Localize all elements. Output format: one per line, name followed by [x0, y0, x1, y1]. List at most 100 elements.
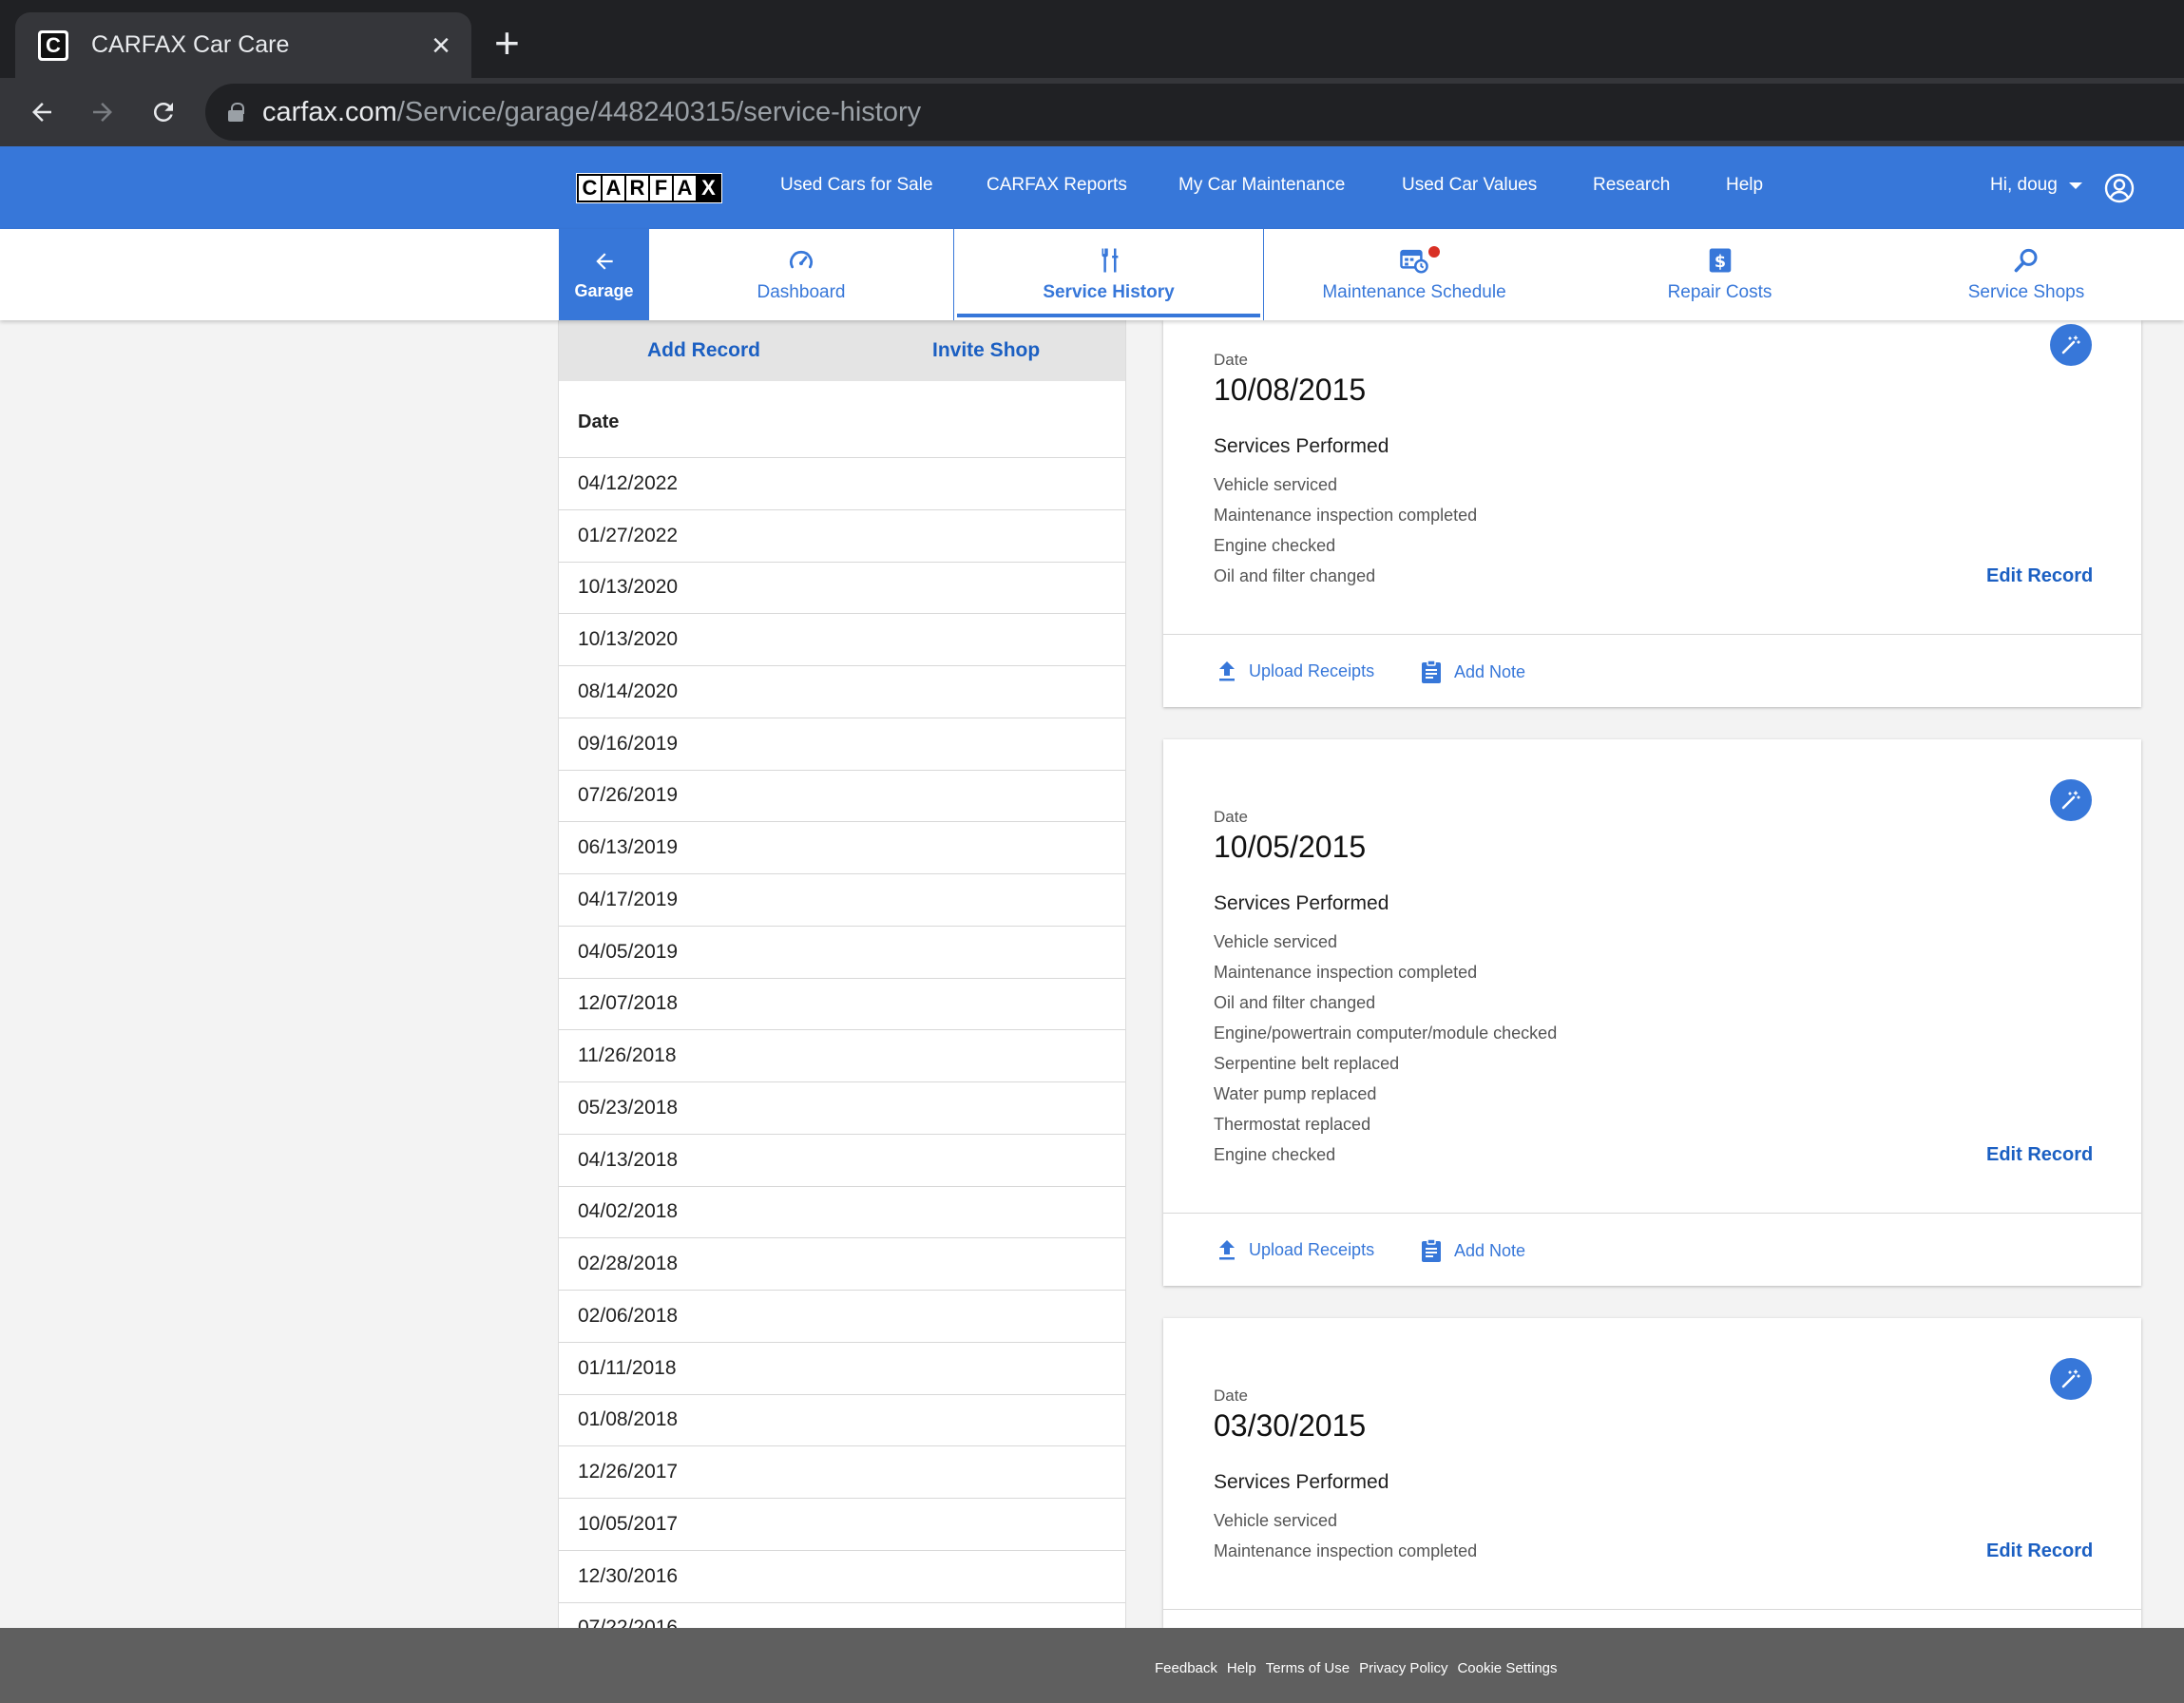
search-icon: [2014, 248, 2038, 273]
garage-back-button[interactable]: Garage: [559, 229, 649, 320]
date-list-item[interactable]: 04/05/2019: [559, 925, 1125, 978]
date-list-item[interactable]: 10/13/2020: [559, 561, 1125, 614]
footer-link-help[interactable]: Help: [1227, 1660, 1256, 1676]
date-list-item[interactable]: 12/26/2017: [559, 1445, 1125, 1498]
date-list-item[interactable]: 05/23/2018: [559, 1081, 1125, 1134]
add-note-button[interactable]: Add Note: [1420, 660, 1525, 684]
service-item: Oil and filter changed: [1214, 566, 1376, 585]
service-item: Engine checked: [1214, 536, 1336, 555]
add-record-button[interactable]: Add Record: [647, 339, 760, 362]
service-item: Vehicle serviced: [1214, 475, 1338, 494]
upload-receipts-button[interactable]: Upload Receipts: [1217, 1238, 1374, 1261]
nav-used-cars-for-sale[interactable]: Used Cars for Sale: [780, 175, 933, 196]
nav-used-car-values[interactable]: Used Car Values: [1402, 175, 1537, 196]
service-date-list-panel: Add Record Invite Shop Date 04/12/2022 01…: [558, 320, 1126, 1638]
magic-wand-button[interactable]: [2050, 1358, 2092, 1400]
date-list-item[interactable]: 02/28/2018: [559, 1237, 1125, 1290]
browser-tab[interactable]: C CARFAX Car Care ×: [15, 12, 471, 78]
invite-shop-button[interactable]: Invite Shop: [932, 339, 1040, 362]
site-header: CARFAX Used Cars for Sale CARFAX Reports…: [0, 146, 2184, 229]
magic-wand-button[interactable]: [2050, 324, 2092, 366]
service-item: Maintenance inspection completed: [1214, 506, 1478, 525]
date-list-item[interactable]: 11/26/2018: [559, 1029, 1125, 1081]
user-menu[interactable]: Hi, doug: [1990, 175, 2082, 196]
date-list-item[interactable]: 07/26/2019: [559, 769, 1125, 822]
magic-wand-button[interactable]: [2050, 779, 2092, 821]
service-item: Thermostat replaced: [1214, 1115, 1371, 1134]
footer-link-privacy-policy[interactable]: Privacy Policy: [1359, 1660, 1447, 1676]
close-tab-icon[interactable]: ×: [431, 29, 450, 62]
edit-record-button[interactable]: Edit Record: [1986, 1540, 2093, 1562]
tab-dashboard[interactable]: Dashboard: [649, 229, 953, 320]
date-list-item[interactable]: 04/17/2019: [559, 873, 1125, 926]
upload-receipts-button[interactable]: Upload Receipts: [1217, 660, 1374, 682]
nav-help[interactable]: Help: [1726, 175, 1763, 196]
service-record-card: Date 03/30/2015 Services Performed Vehic…: [1163, 1318, 2141, 1628]
calendar-clock-icon: [1400, 249, 1428, 274]
tab-service-shops[interactable]: Service Shops: [1875, 229, 2177, 320]
date-list-item[interactable]: 12/30/2016: [559, 1549, 1125, 1602]
back-arrow-icon: [595, 252, 613, 270]
tab-repair-costs[interactable]: $ Repair Costs: [1564, 229, 1875, 320]
user-greeting: Hi, doug: [1990, 175, 2058, 195]
dollar-icon: $: [1709, 248, 1731, 273]
date-list-item[interactable]: 09/16/2019: [559, 717, 1125, 770]
nav-carfax-reports[interactable]: CARFAX Reports: [987, 175, 1127, 196]
date-list-item[interactable]: 10/05/2017: [559, 1498, 1125, 1550]
edit-record-button[interactable]: Edit Record: [1986, 565, 2093, 587]
date-list-item[interactable]: 01/11/2018: [559, 1341, 1125, 1394]
date-list-item[interactable]: 04/02/2018: [559, 1185, 1125, 1238]
page-footer: Feedback Help Terms of Use Privacy Polic…: [0, 1628, 2184, 1703]
date-list-item[interactable]: 02/06/2018: [559, 1290, 1125, 1342]
list-actions-bar: Add Record Invite Shop: [559, 320, 1125, 381]
alert-dot-icon: [1428, 246, 1440, 258]
reload-icon[interactable]: [143, 91, 184, 133]
carfax-favicon-icon: C: [38, 29, 68, 61]
record-date: 10/05/2015: [1214, 830, 1367, 864]
add-note-button[interactable]: Add Note: [1420, 1238, 1525, 1263]
magic-wand-icon: [2061, 335, 2080, 354]
date-list-item[interactable]: 01/27/2022: [559, 508, 1125, 562]
date-list-item[interactable]: 10/13/2020: [559, 613, 1125, 665]
speedometer-icon: [790, 250, 813, 269]
service-record-card: Date 10/05/2015 Services Performed Vehic…: [1163, 739, 2141, 1286]
date-list-item[interactable]: 08/14/2020: [559, 665, 1125, 718]
browser-toolbar: carfax.com/Service/garage/448240315/serv…: [0, 78, 2184, 146]
tools-icon: [1102, 248, 1118, 273]
magic-wand-icon: [2061, 1369, 2080, 1388]
service-item: Vehicle serviced: [1214, 932, 1338, 951]
clipboard-icon: [1422, 1238, 1441, 1262]
magic-wand-icon: [2061, 791, 2080, 810]
footer-link-terms-of-use[interactable]: Terms of Use: [1266, 1660, 1350, 1676]
service-item: Serpentine belt replaced: [1214, 1054, 1400, 1073]
clipboard-icon: [1422, 660, 1441, 683]
footer-link-feedback[interactable]: Feedback: [1155, 1660, 1217, 1676]
forward-arrow-icon[interactable]: [82, 91, 124, 133]
date-column-header: Date: [578, 411, 620, 432]
nav-research[interactable]: Research: [1593, 175, 1670, 196]
nav-my-car-maintenance[interactable]: My Car Maintenance: [1178, 175, 1345, 196]
service-item: Maintenance inspection completed: [1214, 963, 1478, 982]
service-item: Engine checked: [1214, 1145, 1336, 1164]
date-list-item[interactable]: 06/13/2019: [559, 821, 1125, 873]
tab-maintenance-schedule[interactable]: Maintenance Schedule: [1264, 229, 1564, 320]
back-arrow-icon[interactable]: [21, 91, 63, 133]
date-list-item[interactable]: 12/07/2018: [559, 977, 1125, 1030]
date-list-item[interactable]: 04/13/2018: [559, 1133, 1125, 1186]
service-item: Vehicle serviced: [1214, 1511, 1338, 1530]
account-circle-icon[interactable]: [2104, 173, 2135, 203]
tab-service-history[interactable]: Service History: [953, 229, 1264, 320]
lock-icon: [228, 103, 244, 122]
date-list-item[interactable]: 01/08/2018: [559, 1393, 1125, 1446]
service-item: Maintenance inspection completed: [1214, 1541, 1478, 1560]
tab-title: CARFAX Car Care: [91, 31, 290, 58]
service-record-card: Date 10/08/2015 Services Performed Vehic…: [1163, 320, 2141, 707]
date-list-item[interactable]: 04/12/2022: [559, 457, 1125, 509]
new-tab-icon[interactable]: +: [494, 21, 520, 65]
vehicle-subnav: Garage Dashboard Service History Mainten…: [0, 229, 2184, 320]
edit-record-button[interactable]: Edit Record: [1986, 1144, 2093, 1166]
footer-link-cookie-settings[interactable]: Cookie Settings: [1457, 1660, 1557, 1676]
browser-tabstrip: C CARFAX Car Care × +: [0, 0, 2184, 78]
address-bar[interactable]: carfax.com/Service/garage/448240315/serv…: [205, 84, 2184, 141]
carfax-logo[interactable]: CARFAX: [576, 173, 722, 203]
